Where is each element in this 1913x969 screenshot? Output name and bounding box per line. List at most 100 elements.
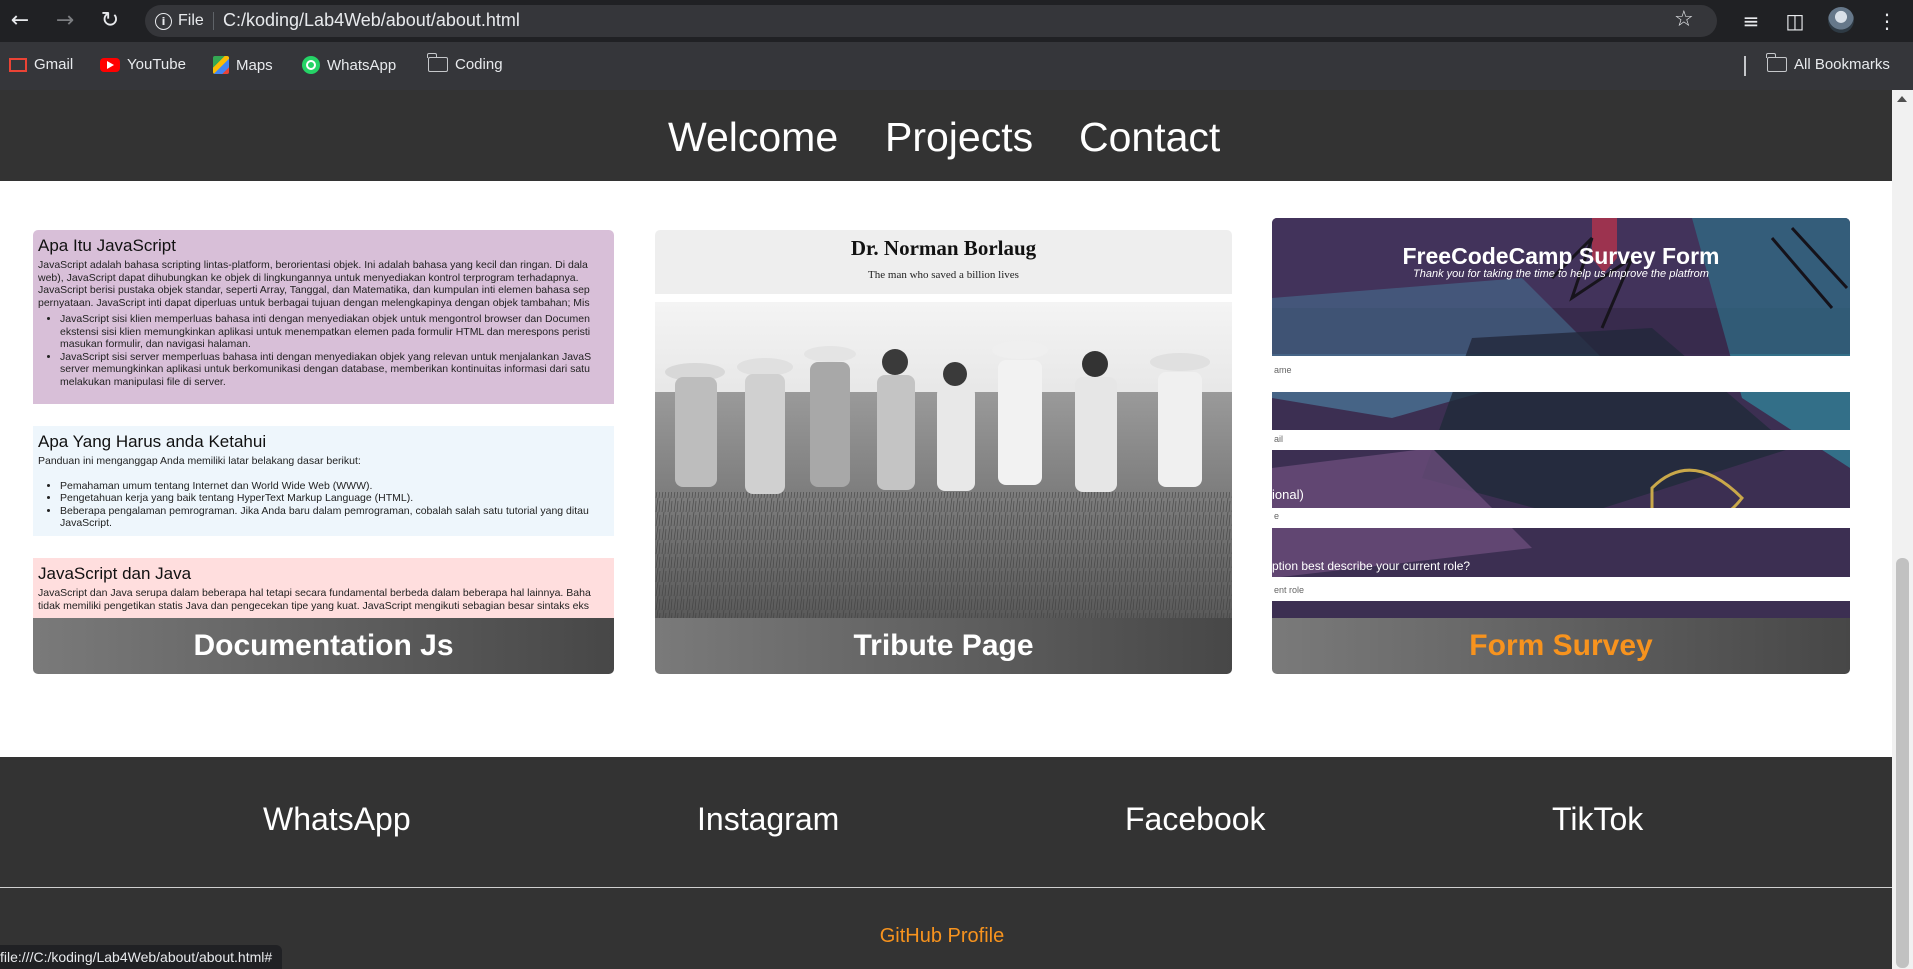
site-info-chip[interactable]: i File <box>155 9 204 33</box>
doc-list-item: Beberapa pengalaman pemrograman. Jika An… <box>60 505 614 530</box>
project-card-survey[interactable]: FreeCodeCamp Survey Form Thank you for t… <box>1272 218 1850 674</box>
scrollbar-thumb[interactable] <box>1896 558 1909 968</box>
maps-icon <box>213 56 229 74</box>
bookmark-whatsapp[interactable]: WhatsApp <box>302 56 396 74</box>
project-card-documentation[interactable]: Apa Itu JavaScript JavaScript adalah bah… <box>33 230 614 674</box>
scroll-up-arrow-icon[interactable] <box>1897 96 1907 102</box>
folder-icon <box>1766 53 1787 72</box>
survey-fragment: ail <box>1274 434 1284 444</box>
bookmark-gmail[interactable]: Gmail <box>9 56 73 73</box>
tribute-header: Dr. Norman Borlaug The man who saved a b… <box>655 230 1232 294</box>
side-panel-icon[interactable]: ◫ <box>1780 6 1810 36</box>
survey-fragment: ame <box>1274 365 1292 375</box>
site-info-label: File <box>178 12 204 29</box>
survey-heading: FreeCodeCamp Survey Form <box>1402 243 1720 269</box>
doc-text: JavaScript berisi pustaka objek standar,… <box>38 284 590 296</box>
youtube-icon <box>100 57 120 72</box>
info-icon: i <box>155 12 172 30</box>
doc-text: Pengetahuan kerja yang baik tentang Hype… <box>60 492 414 504</box>
nav-welcome[interactable]: Welcome <box>668 114 838 161</box>
footer-link-instagram[interactable]: Instagram <box>697 801 839 838</box>
card-title-documentation: Documentation Js <box>33 618 614 674</box>
reload-icon[interactable]: ↻ <box>95 6 125 36</box>
bookmark-maps[interactable]: Maps <box>213 56 273 74</box>
project-card-tribute[interactable]: Dr. Norman Borlaug The man who saved a b… <box>655 230 1232 674</box>
footer-link-facebook[interactable]: Facebook <box>1125 801 1266 838</box>
doc-section-2: Apa Yang Harus anda Ketahui Panduan ini … <box>33 426 614 536</box>
doc-text: JavaScript. <box>60 517 112 529</box>
survey-subheading: Thank you for taking the time to help us… <box>1413 268 1709 280</box>
survey-label-strip: ail <box>1272 430 1850 450</box>
page-viewport: Welcome Projects Contact Apa Itu JavaScr… <box>0 90 1892 969</box>
doc-list: Pemahaman umum tentang Internet dan Worl… <box>33 480 614 530</box>
survey-label-strip: e <box>1272 508 1850 528</box>
bookmark-label: Gmail <box>34 56 74 73</box>
doc-text: JavaScript adalah bahasa scripting linta… <box>38 259 588 271</box>
tribute-heading: Dr. Norman Borlaug <box>850 236 1037 260</box>
bookmark-coding-folder[interactable]: Coding <box>427 53 503 73</box>
doc-list: JavaScript sisi klien memperluas bahasa … <box>33 313 614 388</box>
doc-text: JavaScript sisi server memperluas bahasa… <box>60 350 592 363</box>
tribute-subheading: The man who saved a billion lives <box>868 269 1019 281</box>
chip-divider <box>213 12 214 30</box>
doc-list-item: JavaScript sisi klien memperluas bahasa … <box>60 313 614 351</box>
doc-text: JavaScript sisi klien memperluas bahasa … <box>60 313 590 325</box>
doc-section-heading: Apa Itu JavaScript <box>38 236 176 255</box>
doc-text: JavaScript dan Java serupa dalam beberap… <box>38 587 591 599</box>
status-bar-url: file:///C:/koding/Lab4Web/about/about.ht… <box>0 945 283 969</box>
bookmark-label: WhatsApp <box>327 56 397 74</box>
url-text[interactable]: C:/koding/Lab4Web/about/about.html <box>223 10 520 31</box>
doc-text: web), JavaScript dapat dihubungkan ke ob… <box>38 271 579 284</box>
bookmarks-divider <box>1744 56 1746 76</box>
doc-text: pernyataan. JavaScript inti dapat diperl… <box>38 296 590 309</box>
survey-fragment: ent role <box>1274 585 1305 595</box>
site-footer: WhatsApp Instagram Facebook TikTok GitHu… <box>0 757 1892 969</box>
bookmark-label: YouTube <box>127 56 186 73</box>
doc-text: Pemahaman umum tentang Internet dan Worl… <box>60 479 373 492</box>
footer-link-whatsapp[interactable]: WhatsApp <box>263 801 411 838</box>
forward-arrow-icon[interactable]: → <box>50 6 80 36</box>
menu-kebab-icon[interactable]: ⋮ <box>1872 6 1902 36</box>
survey-label-strip: ent role <box>1272 577 1850 601</box>
page-scrollbar[interactable] <box>1892 90 1913 969</box>
survey-fragment: e <box>1274 511 1280 521</box>
doc-section-heading: Apa Yang Harus anda Ketahui <box>38 432 267 451</box>
all-bookmarks[interactable]: All Bookmarks <box>1766 53 1890 73</box>
bookmark-label: Coding <box>455 56 503 73</box>
bookmark-label: Maps <box>236 56 273 74</box>
doc-section-3: JavaScript dan Java JavaScript dan Java … <box>33 558 614 618</box>
tribute-photo <box>655 302 1232 618</box>
doc-text: Beberapa pengalaman pemrograman. Jika An… <box>60 504 589 517</box>
back-arrow-icon[interactable]: ← <box>5 6 35 36</box>
all-bookmarks-label: All Bookmarks <box>1794 56 1890 73</box>
doc-section-1: Apa Itu JavaScript JavaScript adalah bah… <box>33 230 614 404</box>
survey-fragment: ional) <box>1272 487 1304 502</box>
doc-text: masukan formulir, dan navigasi halaman. <box>60 338 251 350</box>
nav-contact[interactable]: Contact <box>1079 114 1220 161</box>
bookmarks-bar: Gmail YouTube Maps WhatsApp Coding All B… <box>0 42 1913 90</box>
doc-list-item: Pengetahuan kerja yang baik tentang Hype… <box>60 492 614 505</box>
footer-link-tiktok[interactable]: TikTok <box>1552 801 1643 838</box>
bookmark-youtube[interactable]: YouTube <box>100 56 186 73</box>
doc-text: ekstensi sisi klien memungkinkan aplikas… <box>60 325 591 338</box>
gmail-icon <box>9 57 27 72</box>
survey-label-strip: ame <box>1272 356 1850 392</box>
footer-divider <box>0 887 1892 888</box>
nav-projects[interactable]: Projects <box>885 114 1033 161</box>
doc-list-item: Pemahaman umum tentang Internet dan Worl… <box>60 480 614 493</box>
doc-list-item: JavaScript sisi server memperluas bahasa… <box>60 351 614 389</box>
card-title-survey: Form Survey <box>1272 618 1850 674</box>
whatsapp-icon <box>302 56 320 74</box>
doc-section-heading: JavaScript dan Java <box>38 564 192 583</box>
doc-text: melakukan manipulasi file di server. <box>60 375 226 388</box>
bookmark-star-icon[interactable]: ☆ <box>1674 7 1694 32</box>
reading-list-icon[interactable]: ≡ <box>1736 6 1766 36</box>
doc-text: tidak memiliki pengetikan statis Java da… <box>38 599 589 612</box>
browser-toolbar: ← → ↻ i File C:/koding/Lab4Web/about/abo… <box>0 0 1913 42</box>
profile-avatar[interactable] <box>1828 7 1854 33</box>
doc-text: server memungkinkan aplikasi untuk berko… <box>60 363 590 375</box>
card-title-tribute: Tribute Page <box>655 618 1232 674</box>
github-profile-link[interactable]: GitHub Profile <box>0 925 1884 948</box>
survey-fragment: ption best describe your current role? <box>1272 559 1471 573</box>
folder-icon <box>427 53 448 72</box>
